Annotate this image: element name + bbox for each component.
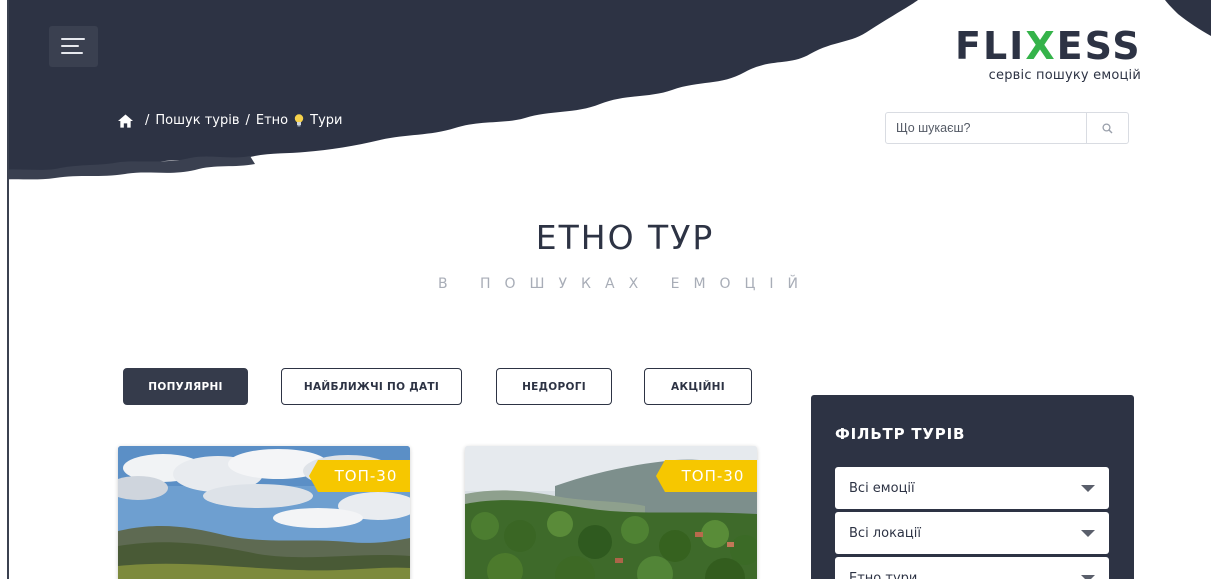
top-badge: ТОП-30 [656, 460, 757, 492]
top-badge: ТОП-30 [309, 460, 410, 492]
emotions-select[interactable]: Всі емоції [835, 467, 1109, 509]
locations-select[interactable]: Всі локації [835, 512, 1109, 554]
logo-wordmark: FLI X ESS [955, 26, 1142, 66]
menu-icon-line [61, 52, 83, 54]
breadcrumb-link-search[interactable]: Пошук турів [155, 113, 239, 128]
search-input[interactable] [886, 113, 1086, 143]
logo[interactable]: FLI X ESS сервіс пошуку емоцій [955, 26, 1141, 83]
page-subtitle: В ПОШУКАХ ЕМОЦІЙ [437, 276, 813, 292]
chevron-down-icon [1081, 484, 1095, 492]
tab-nearest-date[interactable]: НАЙБЛИЖЧІ ПО ДАТІ [281, 368, 462, 405]
page-title: ЕТНО ТУР [535, 218, 715, 257]
menu-button[interactable] [49, 26, 98, 67]
emotions-select-value: Всі емоції [849, 480, 915, 496]
chevron-down-icon [1081, 529, 1095, 537]
breadcrumb-separator: / [145, 113, 150, 128]
search-button[interactable] [1086, 113, 1128, 143]
breadcrumb: / Пошук турів / Етно Тури [118, 113, 342, 128]
menu-icon [61, 38, 85, 40]
filter-title: ФІЛЬТР ТУРІВ [835, 425, 966, 443]
tour-type-select[interactable]: Етно тури [835, 557, 1109, 579]
tab-cheap[interactable]: НЕДОРОГІ [496, 368, 612, 405]
chevron-down-icon [1081, 574, 1095, 579]
tour-card[interactable]: ТОП-30 [465, 446, 757, 579]
tour-filter-panel: ФІЛЬТР ТУРІВ Всі емоції Всі локації Етно… [811, 395, 1134, 579]
breadcrumb-current-b: Тури [310, 113, 343, 128]
logo-part: FLI [955, 24, 1026, 68]
tab-sale[interactable]: АКЦІЙНІ [644, 368, 752, 405]
logo-tagline: сервіс пошуку емоцій [988, 68, 1141, 83]
menu-icon-line [61, 45, 79, 47]
locations-select-value: Всі локації [849, 525, 921, 541]
lightbulb-icon [294, 114, 304, 127]
breadcrumb-current-a: Етно [255, 113, 289, 128]
home-icon[interactable] [118, 113, 133, 128]
search-icon [1102, 122, 1113, 133]
search-box [885, 112, 1129, 144]
tab-popular[interactable]: ПОПУЛЯРНІ [123, 368, 248, 405]
tour-type-select-value: Етно тури [849, 570, 918, 579]
logo-x-mark: X [1025, 24, 1057, 68]
left-edge-rule [0, 0, 9, 579]
breadcrumb-separator: / [245, 113, 250, 128]
logo-part: ESS [1056, 24, 1142, 68]
tour-card[interactable]: ТОП-30 [118, 446, 410, 579]
